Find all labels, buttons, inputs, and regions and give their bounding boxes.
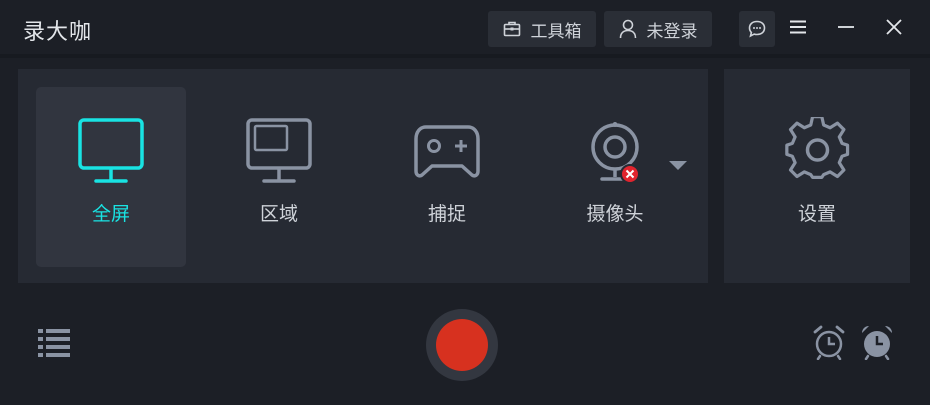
minimize-button[interactable] [831,14,861,44]
chat-icon [747,19,767,39]
mode-label: 全屏 [91,203,130,225]
gamepad-icon [372,117,522,187]
toolbox-button[interactable]: 工具箱 [488,11,596,47]
close-button[interactable] [879,14,909,44]
record-button[interactable] [426,309,498,381]
webcam-icon [540,117,690,187]
mode-webcam[interactable]: 摄像头 [540,87,690,267]
user-icon [619,19,637,39]
mode-fullscreen[interactable]: 全屏 [36,87,186,267]
list-icon [38,329,70,361]
hamburger-icon [789,19,807,39]
schedule-start-button[interactable] [811,324,847,361]
app-title: 录大咖 [23,20,93,45]
title-bar: 录大咖 工具箱 未登录 [0,0,930,54]
gear-icon [742,117,892,187]
mode-capture[interactable]: 捕捉 [372,87,522,267]
title-separator [0,54,930,58]
mode-label: 区域 [259,203,298,225]
login-label: 未登录 [646,21,698,42]
recordings-list-button[interactable] [38,327,70,357]
toolbox-icon [503,21,521,37]
minimize-icon [837,19,855,39]
monitor-icon [36,117,186,187]
settings-label: 设置 [797,203,836,225]
login-button[interactable]: 未登录 [604,11,712,47]
region-monitor-icon [204,117,354,187]
feedback-button[interactable] [739,11,775,47]
mode-label: 摄像头 [586,203,644,225]
settings-panel: 设置 [724,69,910,283]
schedule-stop-button[interactable] [859,324,895,361]
webcam-dropdown-icon[interactable] [668,157,688,176]
menu-button[interactable] [783,14,813,44]
mode-panel: 全屏 区域 捕捉 摄像头 [18,69,708,283]
alarm-clock-outline-icon [811,325,847,364]
mode-label: 捕捉 [427,203,466,225]
record-icon [436,319,488,371]
close-icon [885,18,903,40]
alarm-clock-filled-icon [859,326,895,364]
settings-button[interactable]: 设置 [742,87,892,267]
toolbox-label: 工具箱 [530,21,582,42]
mode-region[interactable]: 区域 [204,87,354,267]
